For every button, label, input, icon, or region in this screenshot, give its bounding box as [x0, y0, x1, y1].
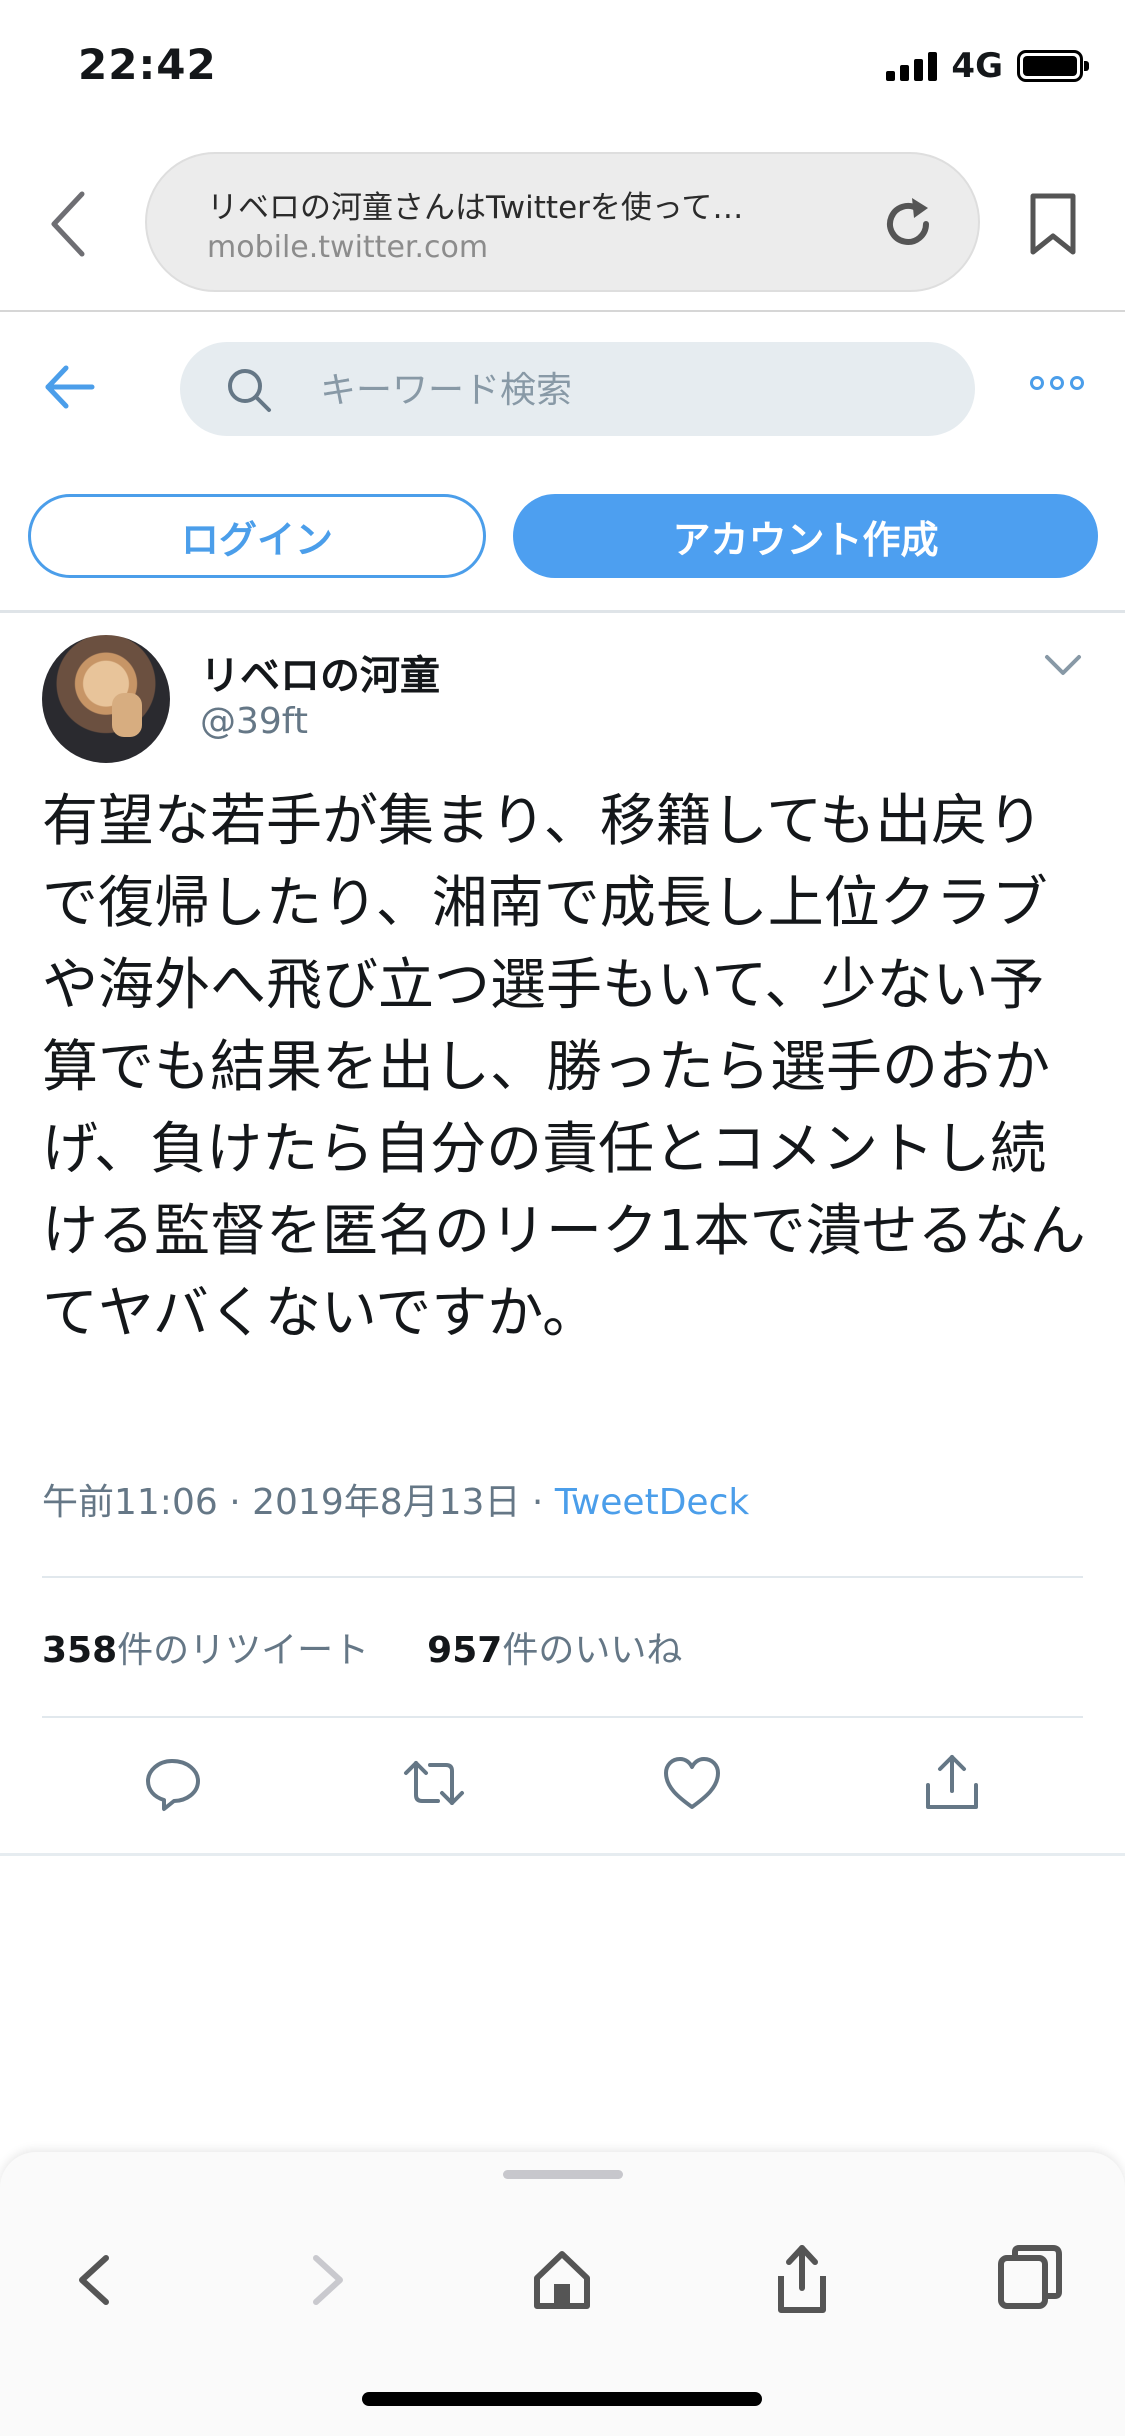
- tweet-text: 有望な若手が集まり、移籍しても出戻りで復帰したり、湘南で成長し上位クラブや海外へ…: [42, 789, 1086, 1346]
- twitter-header: [0, 314, 1125, 464]
- status-indicators: 4G: [886, 46, 1089, 86]
- safari-share-icon[interactable]: [767, 2240, 837, 2320]
- divider: [42, 1716, 1083, 1718]
- status-bar: 22:42 4G: [0, 0, 1125, 140]
- bookmark-icon[interactable]: [1025, 190, 1081, 260]
- signal-icon: [886, 51, 938, 81]
- home-icon[interactable]: [527, 2240, 597, 2320]
- status-time: 22:42: [78, 40, 217, 89]
- browser-address-bar: リベロの河童さんはTwitterを使って… mobile.twitter.com: [0, 140, 1125, 312]
- divider: [0, 1853, 1125, 1856]
- retweet-icon[interactable]: [402, 1751, 466, 1815]
- home-indicator[interactable]: [362, 2392, 762, 2406]
- back-chevron-icon[interactable]: [40, 184, 100, 264]
- reload-icon[interactable]: [878, 194, 938, 254]
- share-icon[interactable]: [920, 1751, 984, 1815]
- tweet-date: 2019年8月13日: [252, 1482, 521, 1523]
- tweet-source-link[interactable]: TweetDeck: [555, 1482, 749, 1523]
- arrow-left-icon[interactable]: [42, 362, 98, 412]
- meta-separator: ·: [229, 1482, 241, 1523]
- retweet-label: 件のリツイート: [117, 1630, 370, 1671]
- tweet: リベロの河童 @39ft 有望な若手が集まり、移籍しても出戻りで復帰したり、湘南…: [0, 613, 1125, 1856]
- battery-icon: [1017, 50, 1089, 82]
- search-icon: [228, 369, 271, 412]
- safari-forward-icon[interactable]: [292, 2240, 362, 2320]
- meta-separator: ·: [531, 1482, 544, 1523]
- tweet-time: 午前11:06: [42, 1482, 218, 1523]
- search-input[interactable]: [320, 364, 940, 416]
- auth-buttons: ログイン アカウント作成: [0, 494, 1125, 614]
- tweet-stats: 358件のリツイート 957件のいいね: [42, 1621, 682, 1673]
- signup-button[interactable]: アカウント作成: [513, 494, 1098, 578]
- divider: [42, 1576, 1083, 1578]
- safari-back-icon[interactable]: [60, 2240, 130, 2320]
- page-title: リベロの河童さんはTwitterを使って…: [207, 190, 744, 226]
- retweet-count: 358: [42, 1630, 118, 1671]
- search-box[interactable]: [180, 342, 975, 436]
- chevron-down-icon[interactable]: [1043, 653, 1083, 679]
- like-stat[interactable]: 957件のいいね: [427, 1621, 682, 1673]
- avatar[interactable]: [42, 635, 170, 763]
- url-host: mobile.twitter.com: [207, 230, 489, 265]
- like-count: 957: [427, 1630, 503, 1671]
- url-field[interactable]: リベロの河童さんはTwitterを使って… mobile.twitter.com: [145, 152, 980, 292]
- login-button[interactable]: ログイン: [28, 494, 486, 578]
- retweet-stat[interactable]: 358件のリツイート: [42, 1621, 369, 1673]
- tabs-icon[interactable]: [995, 2240, 1065, 2320]
- like-label: 件のいいね: [502, 1630, 683, 1671]
- more-icon[interactable]: [1030, 376, 1084, 390]
- author-name[interactable]: リベロの河童: [200, 643, 440, 701]
- reply-icon[interactable]: [142, 1751, 206, 1815]
- toolbar-grabber[interactable]: [503, 2170, 623, 2179]
- author-handle[interactable]: @39ft: [200, 701, 308, 742]
- tweet-actions: [0, 1751, 1125, 1831]
- tweet-meta: 午前11:06 · 2019年8月13日 · TweetDeck: [42, 1473, 749, 1525]
- like-icon[interactable]: [660, 1751, 724, 1815]
- network-type: 4G: [951, 46, 1003, 86]
